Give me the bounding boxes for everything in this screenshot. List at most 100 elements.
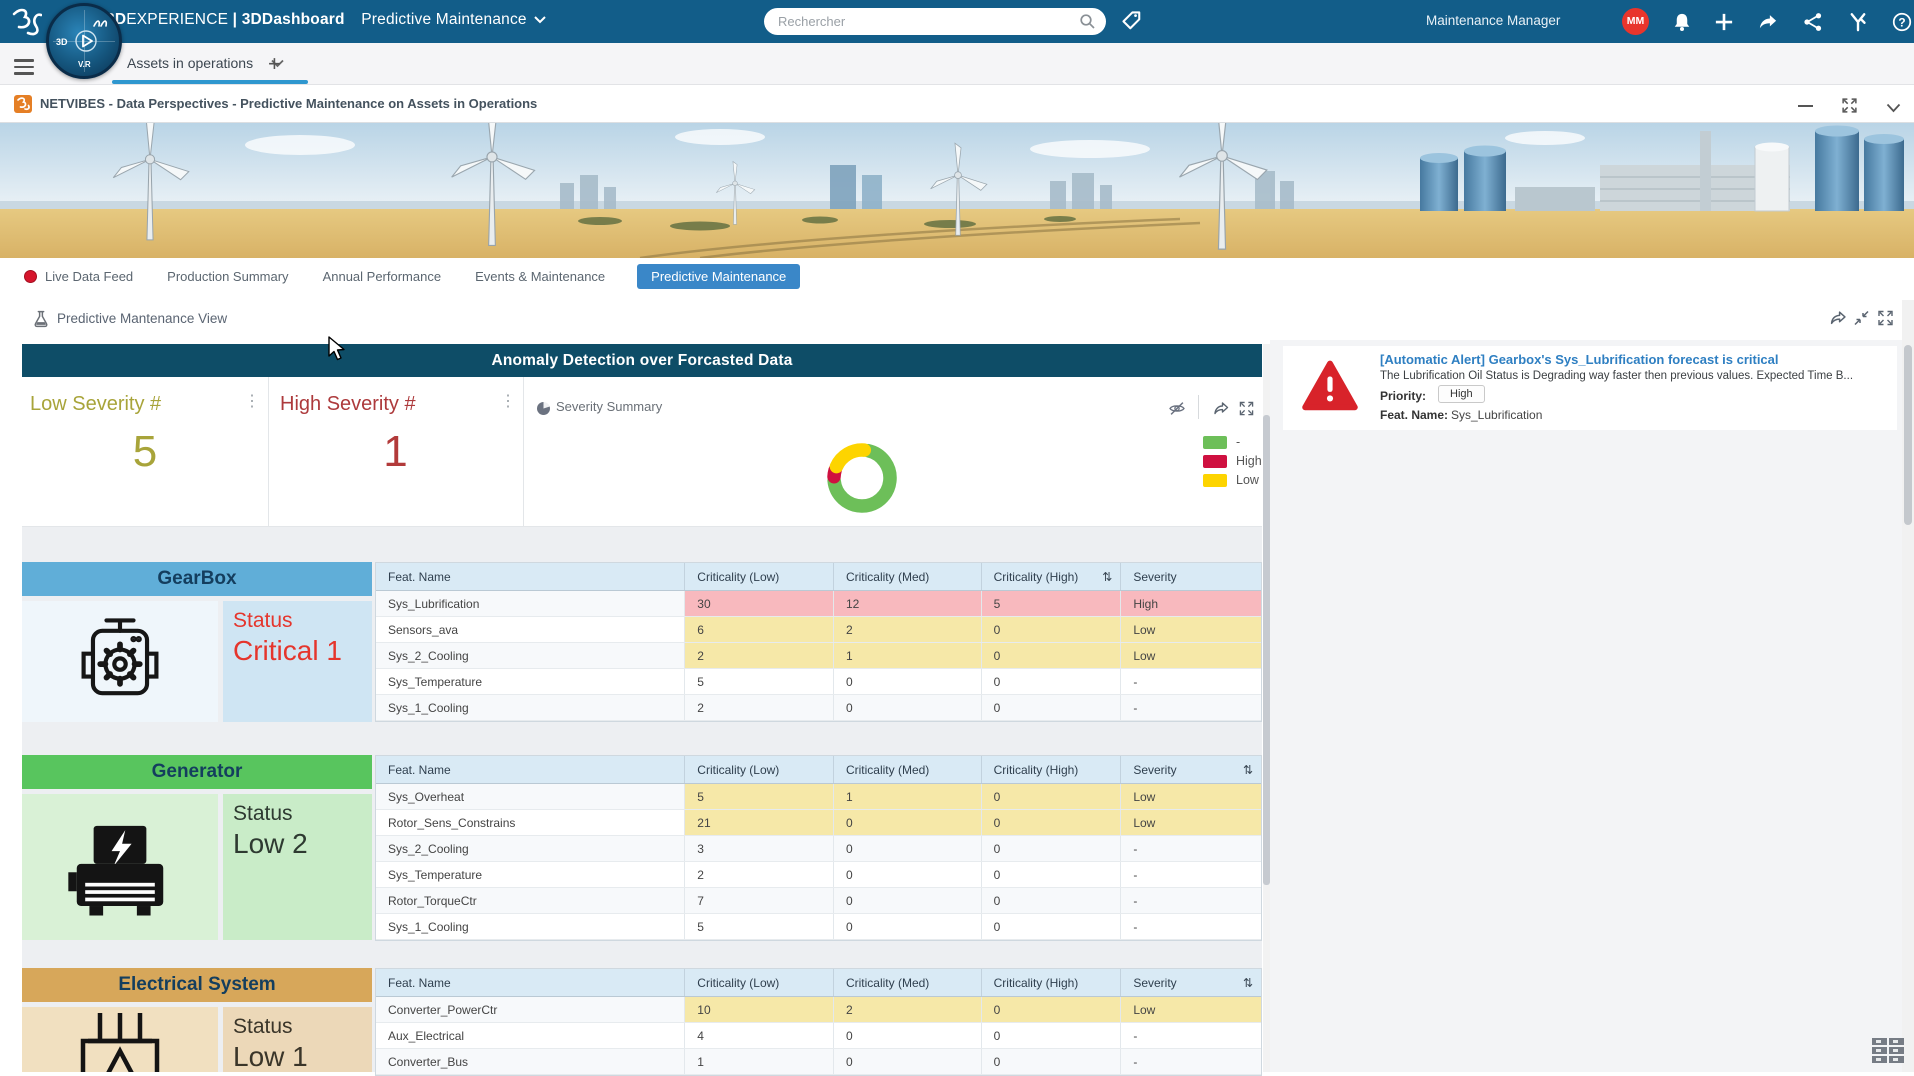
- table-row[interactable]: Sys_1_Cooling 2 0 0 -: [376, 695, 1261, 721]
- cell-criticality-low: 30: [685, 591, 834, 616]
- col-severity[interactable]: Severity⇅: [1121, 563, 1261, 590]
- cell-criticality-high: 0: [982, 914, 1122, 939]
- 3ds-logo-icon[interactable]: [8, 5, 42, 39]
- electrical-table: Feat. Name Criticality (Low) Criticality…: [375, 968, 1262, 1076]
- user-role-label[interactable]: Maintenance Manager: [1426, 13, 1560, 28]
- page-tab[interactable]: Live Data Feed: [22, 264, 135, 289]
- cell-criticality-low: 4: [685, 1023, 834, 1048]
- workspace-tab[interactable]: Assets in operations: [127, 55, 284, 71]
- widget-scrollbar-thumb[interactable]: [1263, 415, 1270, 885]
- table-row[interactable]: Converter_PowerCtr 10 2 0 Low: [376, 997, 1261, 1023]
- table-row[interactable]: Sys_Overheat 5 1 0 Low: [376, 784, 1261, 810]
- col-criticality-med[interactable]: Criticality (Med): [834, 563, 982, 590]
- page-tab[interactable]: Events & Maintenance: [473, 264, 607, 289]
- kpi-row: Low Severity # ⋮ 5 High Severity # ⋮ 1 S…: [22, 377, 1262, 527]
- col-criticality-low[interactable]: Criticality (Low): [685, 969, 834, 996]
- share-summary-icon[interactable]: [1212, 401, 1230, 421]
- table-row[interactable]: Aux_Electrical 4 0 0 -: [376, 1023, 1261, 1049]
- col-criticality-low[interactable]: Criticality (Low): [685, 756, 834, 783]
- compass-play-icon: [75, 30, 97, 52]
- cell-criticality-high: 0: [982, 1023, 1122, 1048]
- cell-criticality-low: 7: [685, 888, 834, 913]
- share-nodes-icon[interactable]: [1803, 12, 1823, 32]
- col-feat-name[interactable]: Feat. Name: [376, 563, 685, 590]
- compress-view-icon[interactable]: [1853, 310, 1870, 331]
- 3dexperience-compass-logo[interactable]: 3D V.R: [46, 3, 122, 79]
- cell-severity: -: [1121, 695, 1261, 720]
- notifications-bell-icon[interactable]: [1672, 12, 1692, 32]
- col-criticality-low[interactable]: Criticality (Low): [685, 563, 834, 590]
- asset-icon-panel: [22, 601, 218, 722]
- add-content-icon[interactable]: [1714, 12, 1734, 32]
- cell-criticality-low: 21: [685, 810, 834, 835]
- table-row[interactable]: Sys_Temperature 5 0 0 -: [376, 669, 1261, 695]
- help-icon[interactable]: ?: [1892, 12, 1912, 32]
- cell-criticality-low: 5: [685, 914, 834, 939]
- search-input[interactable]: [778, 11, 1048, 31]
- expand-summary-icon[interactable]: [1238, 401, 1255, 421]
- table-row[interactable]: Sys_Temperature 2 0 0 -: [376, 862, 1261, 888]
- app-brand: 3DEXPERIENCE | 3DDashboard Predictive Ma…: [106, 11, 546, 29]
- table-body: Sys_Lubrification 30 12 5 High Sensors_a…: [376, 591, 1261, 721]
- maximize-icon[interactable]: [1841, 97, 1858, 119]
- cell-criticality-high: 0: [982, 695, 1122, 720]
- menu-hamburger-icon[interactable]: [14, 59, 34, 79]
- page-tab[interactable]: Annual Performance: [321, 264, 444, 289]
- cell-criticality-high: 0: [982, 888, 1122, 913]
- add-tab-button[interactable]: +: [268, 51, 281, 77]
- alert-title-link[interactable]: [Automatic Alert] Gearbox's Sys_Lubrific…: [1380, 352, 1779, 367]
- table-header-row: Feat. Name Criticality (Low) Criticality…: [376, 756, 1261, 784]
- table-row[interactable]: Sys_2_Cooling 3 0 0 -: [376, 836, 1261, 862]
- minimize-icon[interactable]: [1798, 105, 1813, 107]
- kpi-low-menu-icon[interactable]: ⋮: [244, 395, 260, 409]
- table-row[interactable]: Sys_Lubrification 30 12 5 High: [376, 591, 1261, 617]
- col-criticality-high[interactable]: Criticality (High)⇅: [982, 563, 1122, 590]
- status-value: Critical 1: [233, 635, 372, 667]
- col-feat-name[interactable]: Feat. Name: [376, 969, 685, 996]
- brand-app: 3DDashboard: [242, 11, 345, 28]
- chevron-down-icon[interactable]: [534, 11, 546, 29]
- tag-icon[interactable]: [1120, 9, 1142, 31]
- col-feat-name[interactable]: Feat. Name: [376, 756, 685, 783]
- view-title-row: Predictive Mantenance View: [0, 300, 1914, 340]
- cell-feat-name: Sys_2_Cooling: [376, 643, 685, 668]
- col-criticality-high[interactable]: Criticality (High)⇅: [982, 756, 1122, 783]
- page-tab[interactable]: Production Summary: [165, 264, 290, 289]
- kpi-high-menu-icon[interactable]: ⋮: [500, 395, 516, 409]
- kpi-high-severity-label: High Severity #: [280, 393, 416, 416]
- svg-text:?: ?: [1898, 15, 1905, 29]
- grid-layout-icon[interactable]: [1872, 1038, 1906, 1064]
- avatar[interactable]: MM: [1622, 8, 1649, 35]
- col-criticality-high[interactable]: Criticality (High)⇅: [982, 969, 1122, 996]
- cell-criticality-low: 2: [685, 695, 834, 720]
- hide-widget-eye-slash-icon[interactable]: [1168, 401, 1186, 421]
- expand-view-icon[interactable]: [1877, 310, 1894, 331]
- table-row[interactable]: Rotor_TorqueCtr 7 0 0 -: [376, 888, 1261, 914]
- table-row[interactable]: Converter_Bus 1 0 0 -: [376, 1049, 1261, 1075]
- dashboard-name[interactable]: Predictive Maintenance: [361, 11, 527, 28]
- legend-swatch: [1203, 436, 1227, 449]
- table-row[interactable]: Sensors_ava 6 2 0 Low: [376, 617, 1261, 643]
- table-row[interactable]: Sys_2_Cooling 2 1 0 Low: [376, 643, 1261, 669]
- col-severity[interactable]: Severity⇅: [1121, 969, 1261, 996]
- sort-icon[interactable]: ⇅: [1243, 756, 1253, 784]
- share-forward-icon[interactable]: [1758, 12, 1778, 32]
- share-view-icon[interactable]: [1829, 310, 1847, 331]
- search-bar: [764, 8, 1106, 35]
- table-row[interactable]: Rotor_Sens_Constrains 21 0 0 Low: [376, 810, 1261, 836]
- col-criticality-med[interactable]: Criticality (Med): [834, 756, 982, 783]
- legend-label: Low: [1236, 473, 1259, 487]
- page-tab[interactable]: Predictive Maintenance: [637, 264, 800, 289]
- col-severity[interactable]: Severity⇅: [1121, 756, 1261, 783]
- cell-severity: Low: [1121, 997, 1261, 1022]
- cell-criticality-med: 12: [834, 591, 982, 616]
- asset-icon-panel: [22, 1007, 218, 1072]
- page-scrollbar-thumb[interactable]: [1904, 345, 1912, 525]
- table-row[interactable]: Sys_1_Cooling 5 0 0 -: [376, 914, 1261, 940]
- search-icon[interactable]: [1079, 13, 1096, 30]
- sort-icon[interactable]: ⇅: [1243, 969, 1253, 997]
- compass-apps-icon[interactable]: [1848, 12, 1868, 32]
- collapse-chevron-icon[interactable]: [1886, 100, 1901, 118]
- sort-icon[interactable]: ⇅: [1102, 563, 1112, 591]
- col-criticality-med[interactable]: Criticality (Med): [834, 969, 982, 996]
